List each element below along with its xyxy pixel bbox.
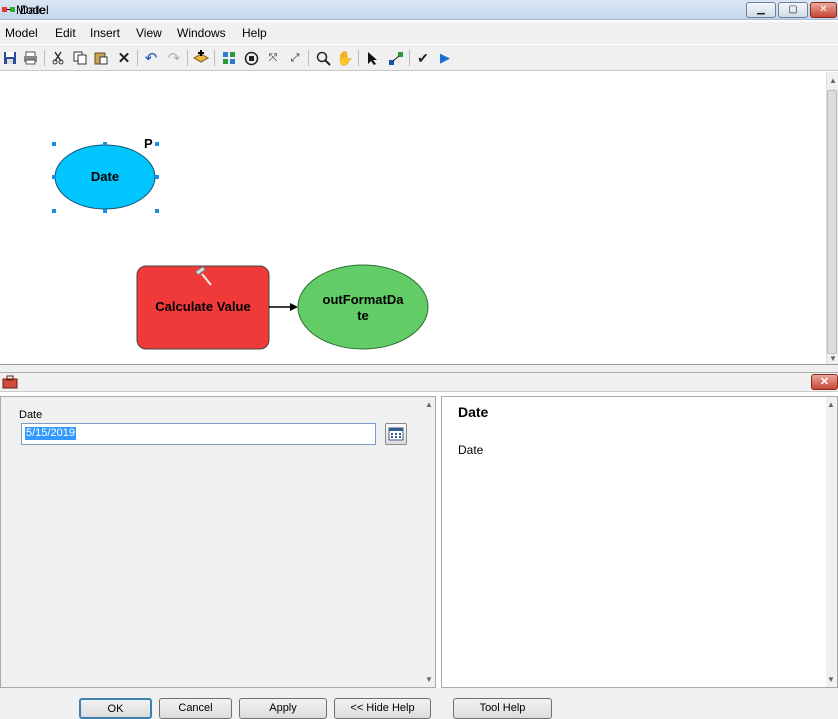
- menu-bar: Model Edit Insert View Windows Help: [0, 22, 838, 44]
- date-input-value: 5/15/2019: [25, 427, 76, 440]
- scroll-down-arrow-icon[interactable]: ▼: [827, 675, 835, 684]
- menu-insert[interactable]: Insert: [90, 26, 120, 40]
- menu-view[interactable]: View: [136, 26, 162, 40]
- full-extent-icon[interactable]: [241, 48, 261, 68]
- help-title: Date: [458, 404, 489, 420]
- calc-node-label: Calculate Value: [155, 299, 251, 314]
- parameters-scrollbar[interactable]: [423, 397, 435, 687]
- fixed-zoom-out-icon[interactable]: ⤢: [285, 48, 305, 68]
- dialog-close-button[interactable]: ✕: [811, 374, 838, 390]
- scroll-down-arrow-icon[interactable]: ▼: [425, 675, 433, 684]
- toolbar-separator: [409, 50, 410, 66]
- toolbar-separator: [187, 50, 188, 66]
- toolbox-icon: [2, 375, 18, 389]
- help-panel: [441, 396, 838, 688]
- model-app-icon: [2, 7, 15, 12]
- menu-model[interactable]: Model: [5, 26, 38, 40]
- print-icon[interactable]: [20, 48, 40, 68]
- validate-icon[interactable]: ✔: [413, 48, 433, 68]
- title-bar: [0, 0, 838, 20]
- add-data-icon[interactable]: [191, 48, 211, 68]
- scroll-thumb[interactable]: [827, 90, 837, 354]
- tool-help-button[interactable]: Tool Help: [453, 698, 552, 719]
- menu-edit[interactable]: Edit: [55, 26, 76, 40]
- output-node-label-line1: outFormatDa: [322, 292, 404, 307]
- minimize-button[interactable]: ▁: [746, 2, 776, 18]
- help-scrollbar[interactable]: [826, 397, 837, 687]
- redo-icon[interactable]: ↷: [164, 48, 184, 68]
- date-node-label: Date: [90, 169, 120, 184]
- maximize-button[interactable]: ▢: [778, 2, 808, 18]
- hide-help-button[interactable]: << Hide Help: [334, 698, 431, 719]
- save-icon[interactable]: [0, 48, 20, 68]
- scroll-up-arrow-icon[interactable]: ▲: [829, 76, 837, 85]
- menu-help[interactable]: Help: [242, 26, 267, 40]
- toolbar-separator: [308, 50, 309, 66]
- delete-icon[interactable]: ✕: [114, 48, 134, 68]
- undo-icon[interactable]: ↶: [141, 48, 161, 68]
- cut-icon[interactable]: [48, 48, 68, 68]
- select-icon[interactable]: [363, 48, 383, 68]
- dialog-title-bar: [0, 372, 838, 392]
- help-text: Date: [458, 443, 484, 457]
- scroll-up-arrow-icon[interactable]: ▲: [827, 400, 835, 409]
- toolbar-separator: [214, 50, 215, 66]
- paste-icon[interactable]: [91, 48, 111, 68]
- splitter[interactable]: [0, 364, 838, 372]
- calendar-button[interactable]: [385, 423, 407, 445]
- scroll-down-arrow-icon[interactable]: ▼: [829, 354, 837, 363]
- dialog-title: Date: [20, 3, 46, 17]
- connect-icon[interactable]: [386, 48, 406, 68]
- menu-windows[interactable]: Windows: [177, 26, 226, 40]
- ok-button[interactable]: OK: [79, 698, 152, 719]
- fixed-zoom-in-icon[interactable]: ⤧: [263, 48, 283, 68]
- toolbar-separator: [358, 50, 359, 66]
- toolbar-separator: [44, 50, 45, 66]
- output-node-label-line2: te: [357, 308, 369, 323]
- auto-layout-icon[interactable]: [219, 48, 239, 68]
- scroll-up-arrow-icon[interactable]: ▲: [425, 400, 433, 409]
- toolbar-separator: [137, 50, 138, 66]
- calendar-icon: [388, 427, 404, 441]
- toolbar: ✕ ↶ ↷ ⤧ ⤢ ✋ ✔ ▶: [0, 45, 838, 71]
- arrowhead: [290, 303, 298, 311]
- cancel-button[interactable]: Cancel: [159, 698, 232, 719]
- pan-icon[interactable]: ✋: [335, 48, 355, 68]
- date-field-label: Date: [19, 409, 43, 421]
- output-variable-node[interactable]: [297, 264, 429, 350]
- parameter-marker: P: [144, 136, 153, 151]
- apply-button[interactable]: Apply: [239, 698, 327, 719]
- zoom-icon[interactable]: [313, 48, 333, 68]
- run-icon[interactable]: ▶: [435, 48, 455, 68]
- copy-icon[interactable]: [70, 48, 90, 68]
- close-button[interactable]: ✕: [810, 2, 837, 18]
